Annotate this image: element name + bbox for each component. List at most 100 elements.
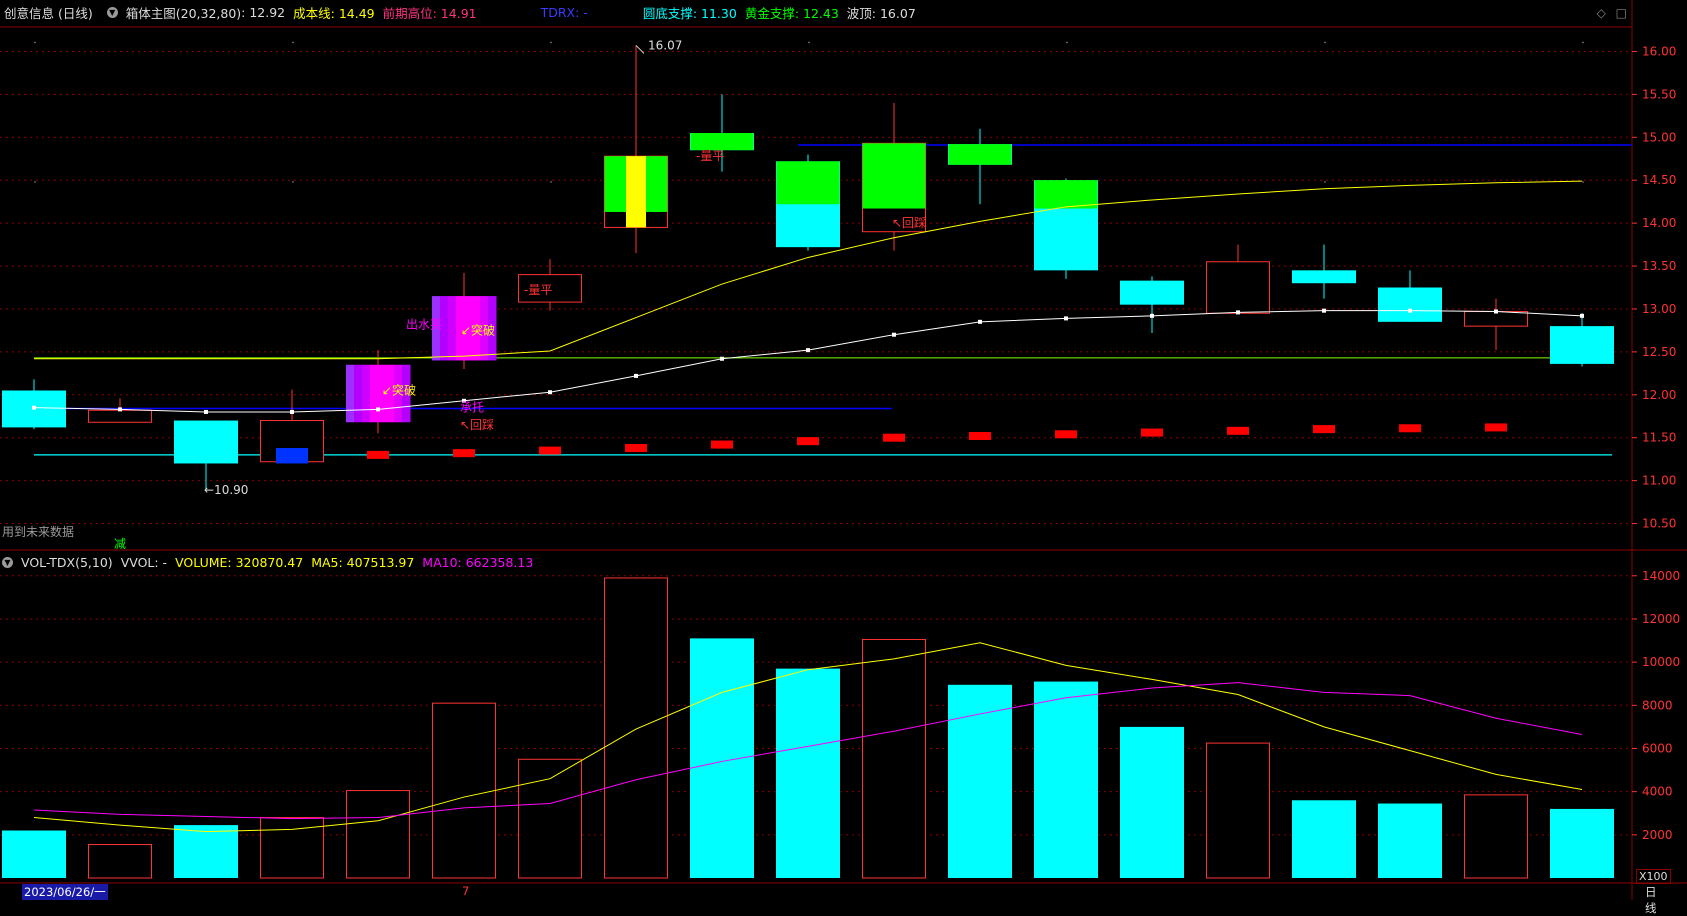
vol-bar-up — [1464, 794, 1528, 879]
support-up-label: 承托 — [460, 401, 484, 415]
price-tick-label: 12.50 — [1642, 345, 1676, 359]
candle-body-down — [174, 420, 238, 464]
vol-bar-down — [174, 825, 238, 878]
ma-white-point — [1064, 316, 1068, 321]
high-price-pointer — [635, 45, 645, 54]
red-marker — [1313, 425, 1335, 434]
vol-bar-up — [346, 790, 410, 879]
yellow-core-bar — [626, 156, 646, 228]
vol-bar-down — [1120, 726, 1184, 878]
vol-tick-label: 10000 — [1642, 655, 1680, 669]
ma-white-point — [1150, 313, 1154, 318]
green-highlight-zone — [776, 161, 840, 205]
candle-body-down — [1292, 270, 1356, 284]
price-tick-label: 11.50 — [1642, 431, 1676, 445]
ma-white-point — [806, 348, 810, 353]
ma-white-point — [1322, 308, 1326, 313]
ma-white-point — [1494, 309, 1498, 314]
candle-body-strip — [448, 296, 457, 361]
vol-unit-label: X100 — [1636, 869, 1671, 884]
candle-body-strip — [362, 364, 371, 423]
vol-bar-up — [604, 577, 668, 879]
vol-bar-down — [2, 830, 66, 878]
mid-dot-marker — [1324, 181, 1326, 183]
red-marker — [1141, 428, 1163, 437]
vol-tick-label: 2000 — [1642, 828, 1673, 842]
red-marker — [1485, 423, 1507, 432]
vol-tick-label: 4000 — [1642, 785, 1673, 799]
volume-flat-label-2: -量平 — [696, 149, 724, 163]
top-dot-marker — [292, 41, 294, 44]
top-dot-marker — [1582, 41, 1584, 44]
red-marker — [797, 437, 819, 446]
vol-bar-down — [690, 638, 754, 878]
vol-bar-up — [432, 702, 496, 879]
price-tick-label: 15.50 — [1642, 87, 1676, 101]
vol-tick-label: 8000 — [1642, 698, 1673, 712]
pullback-label-2: ↖回踩 — [892, 216, 926, 230]
price-tick-label: 13.00 — [1642, 302, 1676, 316]
green-highlight-zone — [862, 143, 926, 209]
mid-dot-marker — [292, 181, 294, 183]
ma-white-point — [1408, 308, 1412, 313]
red-marker — [969, 431, 991, 440]
top-dot-marker — [550, 41, 552, 44]
chart-canvas[interactable]: 10.50 11.00 11.50 12.00 12.50 13.00 13.50 14.00… — [0, 0, 1687, 900]
green-highlight-zone — [1034, 180, 1098, 209]
price-tick-label: 13.50 — [1642, 259, 1676, 273]
vol-tick-label: 14000 — [1642, 569, 1680, 583]
price-tick-label: 15.00 — [1642, 130, 1676, 144]
top-dot-marker — [1066, 41, 1068, 44]
vol-bar-up — [1206, 742, 1270, 879]
ma-white-point — [1236, 310, 1240, 315]
price-tick-label: 12.00 — [1642, 388, 1676, 402]
low-price-label: ←10.90 — [204, 483, 248, 497]
pullback-label-1: ↖回踩 — [460, 418, 494, 432]
mid-dot-marker — [1582, 181, 1584, 183]
price-tick-label: 14.00 — [1642, 216, 1676, 230]
green-highlight-zone — [690, 133, 754, 151]
mid-dot-marker — [550, 181, 552, 183]
price-tick-label: 14.50 — [1642, 173, 1676, 187]
vol-bar-down — [1034, 681, 1098, 878]
red-marker — [625, 444, 647, 453]
green-highlight-zone — [948, 144, 1012, 165]
top-dot-marker — [34, 41, 36, 44]
mid-dot-marker — [34, 181, 36, 183]
date-label: 2023/06/26/一 — [22, 884, 108, 900]
breakout-label-1: ↙突破 — [382, 383, 416, 398]
top-dot-marker — [1324, 41, 1326, 44]
ma-white-point — [290, 409, 294, 414]
high-price-label: 16.07 — [648, 38, 682, 52]
price-tick-label: 16.00 — [1642, 44, 1676, 58]
ma-white-line — [33, 310, 1583, 413]
ma-white-point — [720, 356, 724, 361]
volume-flat-label-1: -量平 — [524, 283, 552, 297]
candle-body-up — [1206, 261, 1270, 314]
vol-bar-down — [1292, 800, 1356, 878]
red-marker — [1055, 430, 1077, 439]
period-label[interactable]: 日线 — [1645, 884, 1657, 916]
ma-white-point — [118, 407, 122, 412]
ma-white-point — [892, 332, 896, 337]
vol-bar-up — [862, 638, 926, 879]
vol-tick-label: 12000 — [1642, 612, 1680, 626]
candle-body-down — [1120, 280, 1184, 305]
candle-body-strip — [370, 364, 379, 423]
vol-bar-up — [88, 844, 152, 879]
ma-white-point — [548, 390, 552, 395]
short-tag: 减 — [114, 537, 127, 551]
vol-bar-down — [1550, 808, 1614, 878]
vol-bar-up — [518, 758, 582, 879]
red-marker — [367, 450, 389, 459]
footer-bar: 2023/06/26/一 7 日线 — [0, 884, 1657, 915]
breakout-label-2: ↙突破 — [461, 322, 495, 337]
candle-body-down — [1378, 287, 1442, 322]
candle-body-down — [1550, 326, 1614, 364]
red-marker — [1399, 424, 1421, 433]
ma-white-point — [978, 319, 982, 324]
ma-white-point — [634, 373, 638, 378]
red-marker — [453, 449, 475, 458]
candle-body-strip — [354, 364, 363, 423]
footer-marker: 7 — [462, 884, 470, 898]
